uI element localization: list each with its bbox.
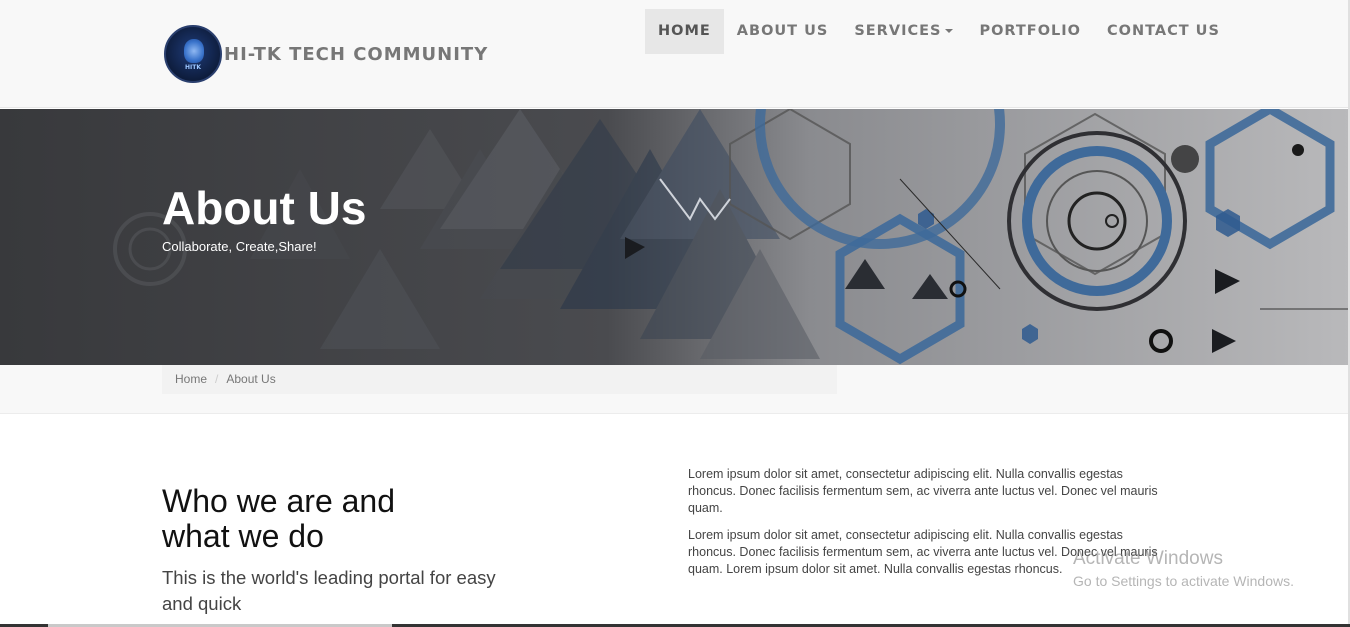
chevron-down-icon xyxy=(945,29,954,33)
logo-link[interactable]: HITK HI-TK TECH COMMUNITY xyxy=(164,25,488,83)
nav-contact-us[interactable]: CONTACT US xyxy=(1094,9,1233,54)
page-title: About Us xyxy=(162,182,367,234)
site-header: HITK HI-TK TECH COMMUNITY HOME ABOUT US … xyxy=(0,0,1350,108)
watermark-title: Activate Windows xyxy=(1073,548,1223,569)
section-heading: Who we are and what we do xyxy=(162,483,396,554)
breadcrumb: Home / About Us xyxy=(162,365,837,394)
page-subtitle: Collaborate, Create,Share! xyxy=(162,239,317,254)
breadcrumb-current: About Us xyxy=(226,372,276,386)
nav-services[interactable]: SERVICES xyxy=(841,9,966,54)
about-paragraph-1: Lorem ipsum dolor sit amet, consectetur … xyxy=(688,467,1158,515)
breadcrumb-separator: / xyxy=(215,372,219,386)
logo-icon: HITK xyxy=(164,25,222,83)
breadcrumb-band: Home / About Us xyxy=(0,365,1350,414)
brand-name[interactable]: HI-TK TECH COMMUNITY xyxy=(224,44,488,65)
nav-services-label: SERVICES xyxy=(854,23,942,39)
watermark-subtitle: Go to Settings to activate Windows. xyxy=(1073,573,1294,589)
nav-about-us[interactable]: ABOUT US xyxy=(724,9,842,54)
logo-mark xyxy=(184,39,204,63)
breadcrumb-home-link[interactable]: Home xyxy=(175,372,207,386)
main-nav: HOME ABOUT US SERVICES PORTFOLIO CONTACT… xyxy=(645,9,1233,54)
nav-home[interactable]: HOME xyxy=(645,9,724,54)
hero-background-graphic xyxy=(0,109,1350,365)
windows-activation-watermark: Activate Windows Go to Settings to activ… xyxy=(1073,548,1294,589)
hero-banner: About Us Collaborate, Create,Share! xyxy=(0,109,1350,365)
section-subheading: This is the world's leading portal for e… xyxy=(162,567,496,614)
logo-text: HITK xyxy=(185,64,201,71)
nav-portfolio[interactable]: PORTFOLIO xyxy=(966,9,1094,54)
